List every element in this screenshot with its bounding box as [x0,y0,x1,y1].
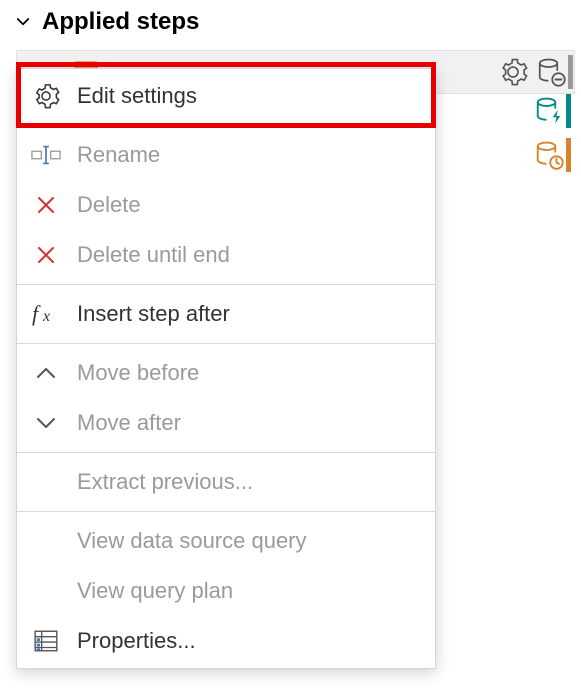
properties-icon [31,628,61,654]
fx-icon: f x [31,301,61,327]
rename-icon [31,141,61,169]
menu-view-data-source-query[interactable]: View data source query [17,516,435,566]
context-menu: Edit settings Rename Delete Delete until… [16,68,436,669]
menu-label: Delete [77,192,141,218]
menu-separator [17,343,435,344]
database-lightning-icon[interactable] [534,96,564,126]
menu-label: Extract previous... [77,469,253,495]
menu-separator [17,284,435,285]
menu-label: Move after [77,410,181,436]
menu-label: Delete until end [77,242,230,268]
menu-label: Edit settings [77,83,197,109]
delete-icon [31,243,61,267]
menu-delete-until-end[interactable]: Delete until end [17,230,435,280]
menu-edit-settings[interactable]: Edit settings [17,71,435,121]
menu-separator [17,125,435,126]
applied-steps-title: Applied steps [42,8,199,36]
menu-view-query-plan[interactable]: View query plan [17,566,435,616]
applied-steps-header[interactable]: Applied steps [0,0,581,44]
menu-properties[interactable]: Properties... [17,616,435,666]
menu-label: Insert step after [77,301,230,327]
menu-extract-previous[interactable]: Extract previous... [17,457,435,507]
chevron-up-icon [31,365,61,381]
database-minus-icon[interactable] [536,57,566,87]
menu-label: Rename [77,142,160,168]
menu-label: Properties... [77,628,196,654]
svg-text:x: x [42,308,50,325]
menu-separator [17,452,435,453]
delete-icon [31,193,61,217]
menu-delete[interactable]: Delete [17,180,435,230]
svg-text:f: f [32,301,41,326]
menu-insert-step-after[interactable]: f x Insert step after [17,289,435,339]
menu-label: Move before [77,360,199,386]
gear-icon [31,82,61,110]
database-clock-icon[interactable] [534,140,564,170]
gear-icon[interactable] [498,57,528,87]
menu-move-after[interactable]: Move after [17,398,435,448]
chevron-down-icon [31,415,61,431]
menu-move-before[interactable]: Move before [17,348,435,398]
side-icons [498,50,575,172]
menu-label: View data source query [77,528,307,554]
menu-rename[interactable]: Rename [17,130,435,180]
menu-label: View query plan [77,578,233,604]
chevron-down-icon [14,13,32,31]
menu-separator [17,511,435,512]
